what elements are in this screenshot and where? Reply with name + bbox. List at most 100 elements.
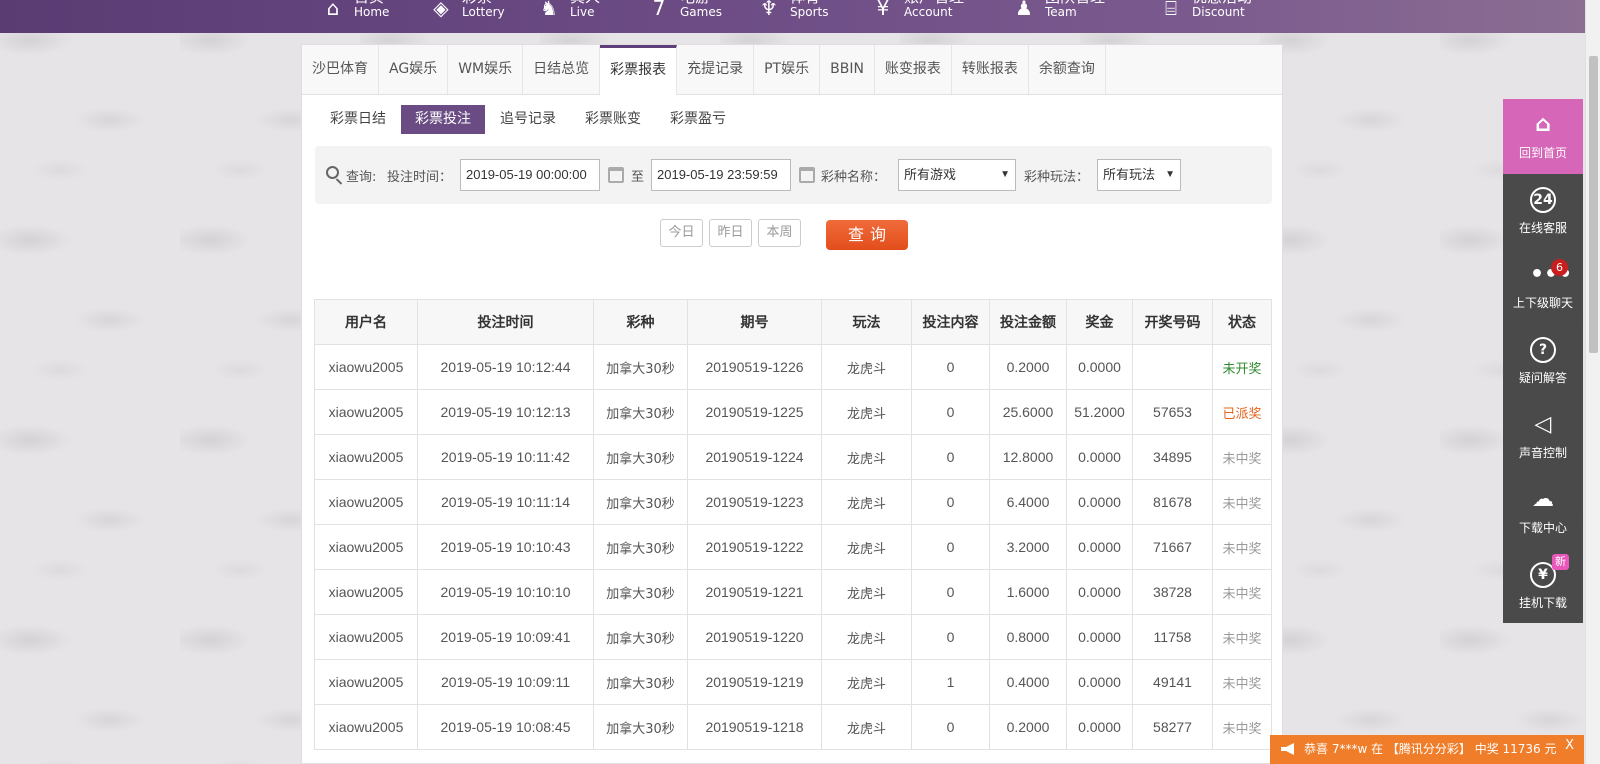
table-cell: 加拿大30秒	[593, 614, 688, 660]
tab-3[interactable]: 日结总览	[523, 45, 601, 94]
table-cell: 龙虎斗	[821, 704, 912, 750]
subtab-0[interactable]: 彩票日结	[316, 105, 400, 134]
table-cell: 58277	[1132, 704, 1213, 750]
scrollbar-thumb[interactable]	[1589, 56, 1598, 353]
dropdown-caret-icon: ▼	[1000, 169, 1010, 180]
nav-item-sports[interactable]: ♆ 体育Sports	[758, 0, 828, 20]
sidebar-item-chat-bubble[interactable]: ••• 上下级聊天 6	[1503, 249, 1583, 324]
dragon-icon: ♞	[540, 0, 558, 20]
tab-0[interactable]: 沙巴体育	[302, 45, 379, 94]
sidebar-label: 在线客服	[1518, 221, 1567, 235]
subtab-3[interactable]: 彩票账变	[571, 105, 655, 134]
this-week-button[interactable]: 本周	[758, 219, 801, 247]
table-cell: 0	[911, 389, 990, 435]
new-badge: 新	[1552, 554, 1569, 570]
calendar-icon[interactable]	[608, 167, 624, 183]
table-cell: 0.0000	[1066, 659, 1133, 705]
subtab-1[interactable]: 彩票投注	[401, 105, 485, 134]
sidebar-item-cloud-download[interactable]: ☁ 下载中心	[1503, 474, 1583, 549]
table-cell: 加拿大30秒	[593, 434, 688, 480]
query-label: 查询:	[346, 170, 377, 185]
table-row: xiaowu2005 2019-05-19 10:10:10 加拿大30秒 20190…	[314, 569, 1272, 615]
column-header: 奖金	[1066, 299, 1133, 345]
win-notification: 恭喜 7***w 在 【腾讯分分彩】 中奖 11736 元 X	[1270, 735, 1584, 764]
table-cell: 0	[911, 704, 990, 750]
game-select-value: 所有游戏	[904, 167, 957, 182]
nav-item-games[interactable]: 7 电游Games	[648, 0, 722, 20]
sidebar-item-speaker[interactable]: ◁ 声音控制	[1503, 399, 1583, 474]
table-cell: 1.6000	[989, 569, 1067, 615]
table-cell: 49141	[1132, 659, 1213, 705]
subtab-2[interactable]: 追号记录	[486, 105, 570, 134]
table-cell: 57653	[1132, 389, 1213, 435]
table-cell: 25.6000	[989, 389, 1067, 435]
tab-10[interactable]: 余额查询	[1029, 45, 1106, 94]
bet-table: 用户名 投注时间 彩种 期号 玩法 投注内容 投注金额 奖金 开奖号码 状态 xiaowu2005…	[314, 299, 1272, 750]
table-cell: xiaowu2005	[314, 659, 418, 705]
query-button[interactable]: 查询	[826, 220, 908, 250]
tab-5[interactable]: 充提记录	[677, 45, 755, 94]
table-row: xiaowu2005 2019-05-19 10:12:13 加拿大30秒 20190…	[314, 389, 1272, 435]
table-row: xiaowu2005 2019-05-19 10:12:44 加拿大30秒 20190…	[314, 344, 1272, 390]
table-cell: 加拿大30秒	[593, 704, 688, 750]
table-cell	[1132, 344, 1213, 390]
nav-item-account[interactable]: ¥ 账户管理Account	[872, 0, 964, 20]
game-name-label: 彩种名称：	[821, 170, 887, 185]
table-cell: 未中奖	[1212, 659, 1272, 705]
report-panel: 沙巴体育 AG娱乐 WM娱乐 日结总览 彩票报表 充提记录 PT娱乐 BBIN 账变报表 转账报表…	[301, 44, 1283, 764]
speaker-icon: ◁	[1534, 412, 1552, 437]
tab-7[interactable]: BBIN	[820, 45, 875, 94]
table-cell: 2019-05-19 10:09:41	[417, 614, 594, 660]
nav-item-live[interactable]: ♞ 真人Live	[538, 0, 600, 20]
table-cell: 未中奖	[1212, 524, 1272, 570]
nav-item-discount[interactable]: ⌸ 优惠活动Discount	[1160, 0, 1252, 20]
sidebar-item-question[interactable]: ? 疑问解答	[1503, 324, 1583, 399]
tab-1[interactable]: AG娱乐	[379, 45, 449, 94]
column-header: 状态	[1212, 299, 1272, 345]
calendar-icon[interactable]	[799, 167, 815, 183]
nav-label-en: Discount	[1192, 5, 1245, 19]
table-cell: 20190519-1222	[687, 524, 822, 570]
megaphone-icon	[1281, 743, 1294, 755]
table-cell: 未中奖	[1212, 614, 1272, 660]
play-select-value: 所有玩法	[1103, 167, 1156, 182]
nav-label-en: Team	[1045, 5, 1077, 19]
table-cell: 20190519-1221	[687, 569, 822, 615]
table-cell: 0.0000	[1066, 344, 1133, 390]
gift-icon: ⌸	[1165, 0, 1177, 20]
nav-label: 团队管理Team	[1045, 0, 1105, 20]
tab-6[interactable]: PT娱乐	[754, 45, 821, 94]
table-cell: 0	[911, 344, 990, 390]
yesterday-button[interactable]: 昨日	[709, 219, 752, 247]
table-cell: xiaowu2005	[314, 344, 418, 390]
team-icon: ♟	[1015, 0, 1033, 20]
nav-item-home[interactable]: ⌂ 首页Home	[322, 0, 390, 20]
table-row: xiaowu2005 2019-05-19 10:10:43 加拿大30秒 20190…	[314, 524, 1272, 570]
nav-item-team[interactable]: ♟ 团队管理Team	[1013, 0, 1105, 20]
nav-item-lottery[interactable]: ◈ 彩票Lottery	[430, 0, 505, 20]
page-scrollbar[interactable]	[1585, 0, 1600, 764]
table-cell: 20190519-1223	[687, 479, 822, 525]
play-select[interactable]: 所有玩法 ▼	[1097, 159, 1181, 191]
table-cell: 20190519-1218	[687, 704, 822, 750]
tab-2[interactable]: WM娱乐	[448, 45, 524, 94]
tab-4[interactable]: 彩票报表	[600, 45, 678, 95]
table-cell: 20190519-1226	[687, 344, 822, 390]
nav-label: 彩票Lottery	[462, 0, 505, 20]
table-cell: 未中奖	[1212, 479, 1272, 525]
table-cell: xiaowu2005	[314, 524, 418, 570]
sidebar-item-money-bag[interactable]: ¥ 挂机下载新	[1503, 549, 1583, 624]
sidebar-item-home[interactable]: ⌂ 回到首页	[1503, 99, 1583, 174]
tab-9[interactable]: 转账报表	[952, 45, 1029, 94]
end-time-input[interactable]: 2019-05-19 23:59:59	[651, 159, 791, 191]
game-select[interactable]: 所有游戏 ▼	[898, 159, 1016, 191]
sidebar-item-headset-24[interactable]: 24 在线客服	[1503, 174, 1583, 249]
close-icon[interactable]: X	[1565, 731, 1574, 760]
table-row: xiaowu2005 2019-05-19 10:09:11 加拿大30秒 20190…	[314, 659, 1272, 705]
column-header: 用户名	[314, 299, 418, 345]
today-button[interactable]: 今日	[660, 219, 703, 247]
subtab-4[interactable]: 彩票盈亏	[656, 105, 740, 134]
tab-8[interactable]: 账变报表	[875, 45, 952, 94]
table-cell: 11758	[1132, 614, 1213, 660]
start-time-input[interactable]: 2019-05-19 00:00:00	[460, 159, 600, 191]
